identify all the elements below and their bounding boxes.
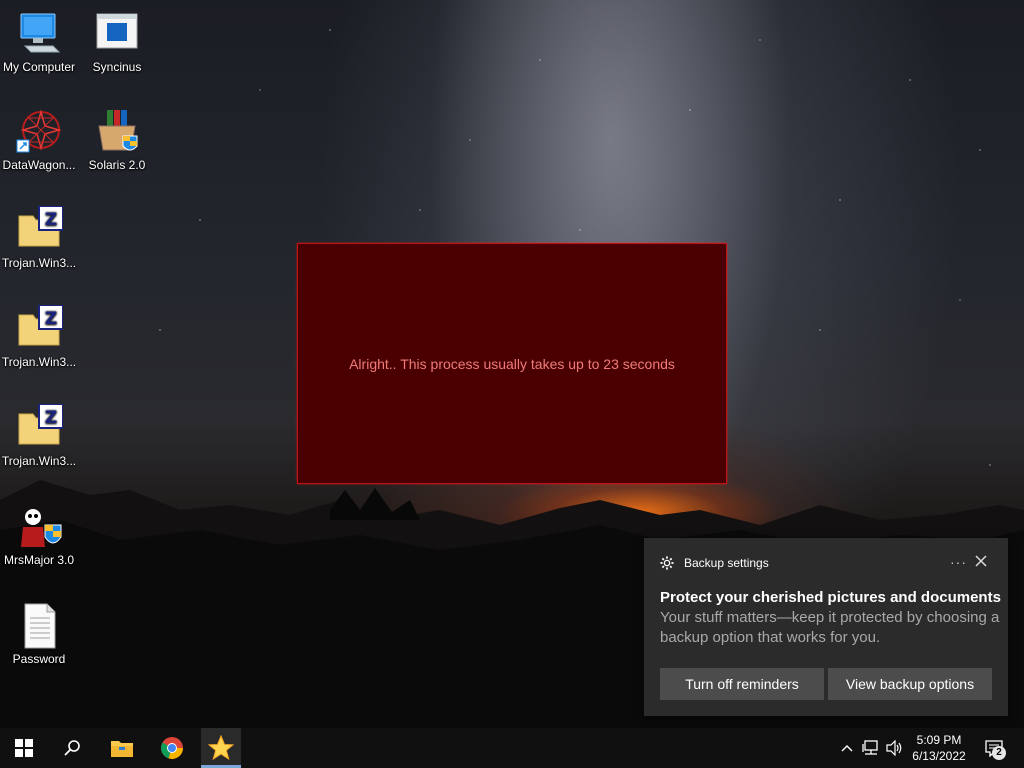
text-file-icon	[15, 602, 63, 650]
clock-date: 6/13/2022	[912, 749, 966, 763]
start-button[interactable]	[4, 728, 44, 768]
desktop-icon-mrsmajor[interactable]: MrsMajor 3.0	[0, 503, 78, 567]
file-explorer-icon	[111, 741, 133, 757]
prank-message-text: Alright.. This process usually takes up …	[349, 355, 675, 372]
network-status-button[interactable]	[860, 728, 882, 768]
skull-shield-icon	[15, 503, 63, 551]
backup-toast-notification[interactable]: Backup settings ··· Protect your cherish…	[644, 538, 1008, 716]
zip-folder-icon: Z	[15, 205, 64, 254]
gear-icon	[660, 556, 674, 570]
zip-folder-icon: Z	[15, 304, 64, 353]
desktop-icon-label: MrsMajor 3.0	[3, 553, 74, 567]
svg-text:Z: Z	[45, 309, 57, 329]
installer-box-icon	[93, 108, 141, 156]
taskbar-star-app[interactable]	[201, 728, 241, 768]
show-hidden-icons-button[interactable]	[838, 728, 856, 768]
notification-count-badge: 2	[992, 746, 1006, 760]
desktop-icon-trojan-2[interactable]: Z Trojan.Win3...	[0, 304, 78, 369]
desktop-icon-label: My Computer	[2, 60, 76, 74]
taskbar-file-explorer[interactable]	[102, 728, 142, 768]
star-shortcut-icon	[15, 108, 63, 156]
computer-icon	[15, 10, 63, 58]
more-options-icon[interactable]: ···	[950, 554, 967, 570]
chrome-icon	[161, 737, 183, 759]
speaker-icon	[886, 740, 902, 756]
view-backup-options-button[interactable]: View backup options	[828, 668, 992, 700]
zip-folder-icon: Z	[15, 403, 64, 452]
desktop-icon-label: Trojan.Win3...	[1, 355, 77, 369]
toast-body: Your stuff matters—keep it protected by …	[660, 609, 1000, 646]
desktop-icon-label: Syncinus	[92, 60, 142, 74]
desktop-icon-trojan-3[interactable]: Z Trojan.Win3...	[0, 403, 78, 468]
svg-text:Z: Z	[45, 408, 57, 428]
toast-app-name: Backup settings	[684, 556, 769, 570]
prank-message-window[interactable]: Alright.. This process usually takes up …	[297, 243, 727, 484]
desktop-icon-label: Solaris 2.0	[88, 158, 146, 172]
taskbar: 5:09 PM 6/13/2022	[0, 728, 1024, 768]
desktop-icon-datawagon[interactable]: DataWagon...	[0, 108, 78, 172]
desktop: My Computer Syncinus DataWagon... Solari…	[0, 0, 1024, 768]
desktop-icon-password[interactable]: Password	[0, 602, 78, 666]
desktop-icon-trojan-1[interactable]: Z Trojan.Win3...	[0, 205, 78, 270]
close-icon[interactable]	[974, 554, 988, 568]
desktop-icon-my-computer[interactable]: My Computer	[0, 10, 78, 74]
turn-off-reminders-button[interactable]: Turn off reminders	[660, 668, 824, 700]
star-app-icon	[208, 735, 234, 761]
taskbar-clock[interactable]: 5:09 PM 6/13/2022	[904, 732, 974, 764]
volume-button[interactable]	[884, 728, 906, 768]
desktop-icon-syncinus[interactable]: Syncinus	[78, 10, 156, 74]
desktop-icon-solaris[interactable]: Solaris 2.0	[78, 108, 156, 172]
window-app-icon	[93, 10, 141, 58]
desktop-icon-label: Trojan.Win3...	[1, 256, 77, 270]
toast-title: Protect your cherished pictures and docu…	[660, 589, 1001, 606]
toast-header: Backup settings	[660, 556, 769, 570]
search-icon	[64, 740, 80, 756]
search-button[interactable]	[52, 728, 92, 768]
desktop-icon-label: Password	[12, 652, 66, 666]
taskbar-chrome[interactable]	[152, 728, 192, 768]
desktop-icon-label: Trojan.Win3...	[1, 454, 77, 468]
network-icon	[862, 740, 878, 755]
svg-text:Z: Z	[45, 210, 57, 230]
desktop-icon-label: DataWagon...	[2, 158, 76, 172]
start-icon	[15, 739, 33, 757]
clock-time: 5:09 PM	[916, 733, 962, 747]
chevron-up-icon	[841, 745, 853, 752]
